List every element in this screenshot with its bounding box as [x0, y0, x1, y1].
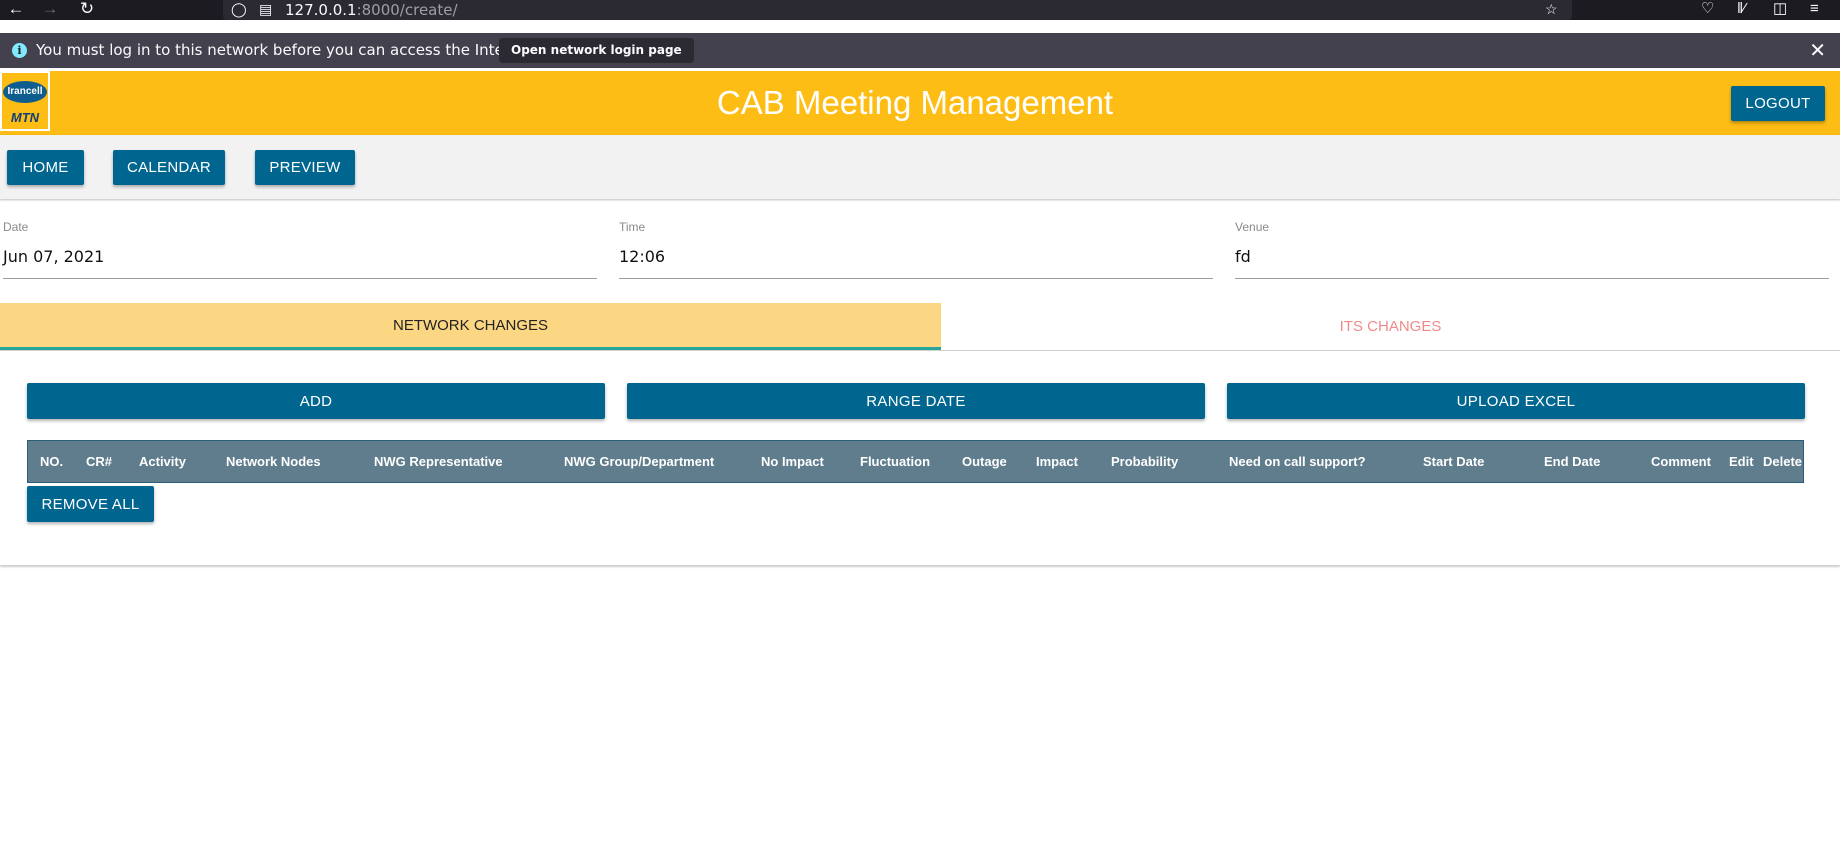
pocket-icon[interactable]: ♡ [1701, 0, 1714, 20]
column-header[interactable]: Outage [962, 441, 1007, 482]
range-date-button[interactable]: RANGE DATE [627, 383, 1205, 419]
tabs-divider [0, 350, 1840, 351]
remove-all-button[interactable]: REMOVE ALL [27, 486, 154, 522]
time-field[interactable]: Time 12:06 [619, 220, 1213, 280]
column-header[interactable]: NWG Group/Department [564, 441, 714, 482]
date-input[interactable]: Jun 07, 2021 [3, 247, 104, 266]
date-field[interactable]: Date Jun 07, 2021 [3, 220, 597, 280]
upload-excel-button[interactable]: UPLOAD EXCEL [1227, 383, 1805, 419]
url-host: 127.0.0.1 [285, 1, 357, 19]
network-changes-panel: ADD RANGE DATE UPLOAD EXCEL NO. CR# Acti… [0, 355, 1840, 565]
column-header[interactable]: NWG Representative [374, 441, 503, 482]
column-header[interactable]: Edit [1729, 441, 1754, 482]
sidebar-icon[interactable]: ◫ [1773, 0, 1787, 20]
menu-icon[interactable]: ≡ [1810, 0, 1819, 20]
column-header[interactable]: Activity [139, 441, 186, 482]
calendar-button[interactable]: CALENDAR [113, 150, 225, 185]
column-header[interactable]: Fluctuation [860, 441, 930, 482]
url-path: :8000/create/ [356, 1, 458, 19]
preview-button[interactable]: PREVIEW [255, 150, 355, 185]
column-header[interactable]: Network Nodes [226, 441, 321, 482]
browser-toolbar: ← → ↻ ◯ ▤ 127.0.0.1:8000/create/ ☆ ♡ ‖⁄ … [0, 0, 1840, 20]
column-header[interactable]: Need on call support? [1229, 441, 1366, 482]
open-network-login-button[interactable]: Open network login page [499, 38, 694, 63]
column-header[interactable]: Start Date [1423, 441, 1484, 482]
back-arrow-icon[interactable]: ← [4, 0, 28, 20]
address-bar[interactable]: ◯ ▤ 127.0.0.1:8000/create/ ☆ [223, 0, 1572, 20]
venue-field[interactable]: Venue fd [1235, 220, 1829, 280]
column-header[interactable]: Probability [1111, 441, 1178, 482]
time-input[interactable]: 12:06 [619, 247, 665, 266]
date-label: Date [3, 220, 29, 234]
home-button[interactable]: HOME [7, 150, 84, 185]
reload-icon[interactable]: ↻ [75, 0, 99, 20]
tab-network-changes[interactable]: NETWORK CHANGES [0, 303, 941, 350]
url-text[interactable]: 127.0.0.1:8000/create/ [285, 1, 458, 19]
column-header[interactable]: Delete [1763, 441, 1802, 482]
add-button[interactable]: ADD [27, 383, 605, 419]
shield-icon[interactable]: ◯ [231, 1, 247, 18]
column-header[interactable]: End Date [1544, 441, 1600, 482]
library-icon[interactable]: ‖⁄ [1737, 0, 1746, 20]
column-header[interactable]: Impact [1036, 441, 1078, 482]
column-header[interactable]: Comment [1651, 441, 1711, 482]
time-label: Time [619, 220, 646, 234]
network-login-notification: i You must log in to this network before… [0, 33, 1840, 68]
info-icon: i [12, 43, 27, 58]
column-header[interactable]: CR# [86, 441, 112, 482]
time-underline [619, 278, 1213, 279]
notification-text: You must log in to this network before y… [36, 41, 540, 59]
logout-button[interactable]: LOGOUT [1731, 86, 1825, 121]
column-header[interactable]: No Impact [761, 441, 824, 482]
date-underline [3, 278, 597, 279]
nav-bar: HOME CALENDAR PREVIEW [0, 135, 1840, 199]
venue-input[interactable]: fd [1235, 247, 1251, 266]
close-icon[interactable]: ✕ [1809, 38, 1826, 63]
page-title: CAB Meeting Management [716, 84, 1114, 121]
venue-label: Venue [1235, 220, 1270, 234]
changes-tabs: NETWORK CHANGES ITS CHANGES [0, 303, 1840, 351]
column-header[interactable]: NO. [40, 441, 63, 482]
app-header: Irancell MTN CAB Meeting Management LOGO… [0, 71, 1840, 135]
page-icon[interactable]: ▤ [259, 1, 272, 18]
forward-arrow-icon[interactable]: → [38, 0, 62, 20]
tab-its-changes[interactable]: ITS CHANGES [941, 303, 1840, 349]
bookmark-star-icon[interactable]: ☆ [1545, 1, 1558, 18]
venue-underline [1235, 278, 1829, 279]
changes-table-header: NO. CR# Activity Network Nodes NWG Repre… [27, 440, 1804, 483]
